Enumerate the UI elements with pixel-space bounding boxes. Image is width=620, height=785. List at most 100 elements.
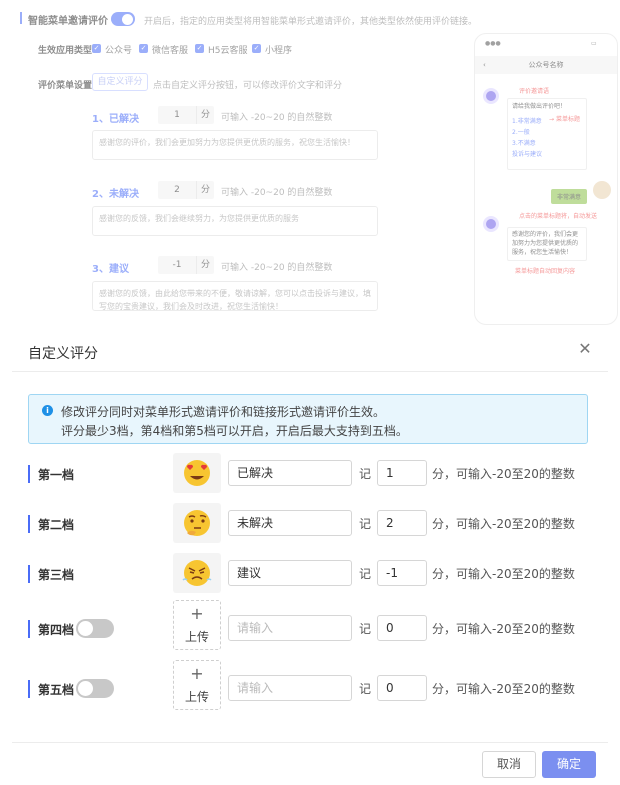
invite-label: 评价邀请语	[519, 88, 550, 95]
option: 3.不满意	[512, 140, 536, 147]
ji-label: 记	[359, 622, 372, 636]
checkbox-h5[interactable]: ✓	[195, 44, 204, 53]
app-type-label: 微信客服	[152, 46, 189, 56]
level-title: 2、未解决	[92, 189, 139, 200]
info-icon: i	[42, 405, 53, 416]
reply-note: 菜单标题自动回复内容	[515, 268, 576, 275]
checkbox-miniprogram[interactable]: ✓	[252, 44, 261, 53]
upload-label: 上传	[184, 630, 209, 644]
signal-icon: ●●●	[485, 40, 501, 47]
tier-score-input[interactable]: -1	[377, 560, 427, 586]
bot-avatar	[483, 216, 499, 232]
app-types-label: 生效应用类型	[38, 46, 93, 56]
level-title: 1、已解决	[92, 114, 139, 125]
phone-preview: ●●● ▭ ‹ 公众号名称 评价邀请语 请给我做出评价吧！ 1.非常满意 2.一…	[474, 33, 618, 325]
section-hint: 开启后，指定的应用类型将用智能菜单形式邀请评价，其他类型依然使用评价链接。	[144, 17, 478, 27]
tier-name: 第二档	[38, 518, 75, 532]
tier-mark	[28, 465, 30, 483]
level-message[interactable]: 感谢您的反馈，我们会继续努力，为您提供更优质的服务	[92, 206, 378, 236]
tier-row: 第四档 + 上传 请输入 记 0 分，可输入-20至20的整数	[0, 600, 620, 658]
tier-mark	[28, 565, 30, 583]
tier-score-input[interactable]: 0	[377, 675, 427, 701]
level-score-value: -1	[172, 260, 182, 270]
emoji-picker[interactable]	[173, 453, 221, 493]
menu-settings-label: 评价菜单设置	[38, 81, 93, 91]
tier-4-toggle[interactable]	[76, 619, 114, 638]
info-notice: i 修改评分同时对菜单形式邀请评价和链接形式邀请评价生效。 评分最少3档，第4档…	[28, 394, 588, 444]
level-score-value: 1	[174, 110, 180, 120]
tier-mark	[28, 620, 30, 638]
confirm-button[interactable]: 确定	[542, 751, 596, 778]
tier-score-input[interactable]: 0	[377, 615, 427, 641]
upload-button[interactable]: + 上传	[173, 600, 221, 650]
level-score-unit: 分	[196, 181, 214, 199]
dialog-title: 自定义评分	[28, 346, 98, 362]
score-hint: 分，可输入-20至20的整数	[432, 467, 575, 481]
thinking-face-icon	[184, 510, 210, 536]
tier-name: 第一档	[38, 468, 75, 482]
close-icon[interactable]: ✕	[578, 341, 592, 357]
level-message[interactable]: 感谢您的反馈，由此给您带来的不便，敬请谅解，您可以点击投诉与建议，填写您的宝贵建…	[92, 281, 378, 311]
tier-score-input[interactable]: 2	[377, 510, 427, 536]
angry-face-icon	[182, 560, 212, 586]
level-hint: 可输入 -20~20 的自然整数	[221, 113, 333, 123]
tier-score-input[interactable]: 1	[377, 460, 427, 486]
emoji-picker[interactable]	[173, 553, 221, 593]
level-score-unit: 分	[196, 106, 214, 124]
cancel-button[interactable]: 取消	[482, 751, 536, 778]
custom-score-button[interactable]: 自定义评分	[92, 73, 148, 91]
custom-score-hint: 点击自定义评分按钮，可以修改评价文字和评分	[153, 81, 343, 91]
section-mark	[20, 12, 22, 24]
tier-label-input[interactable]: 请输入	[228, 675, 352, 701]
upload-button[interactable]: + 上传	[173, 660, 221, 710]
score-hint: 分，可输入-20至20的整数	[432, 567, 575, 581]
tier-name: 第三档	[38, 568, 75, 582]
tier-row: 第五档 + 上传 请输入 记 0 分，可输入-20至20的整数	[0, 660, 620, 718]
level-hint: 可输入 -20~20 的自然整数	[221, 188, 333, 198]
invite-text: 请给我做出评价吧！	[512, 103, 567, 110]
user-avatar	[593, 181, 611, 199]
divider	[12, 742, 608, 743]
emoji-picker[interactable]	[173, 503, 221, 543]
level-score[interactable]: -1 分	[158, 256, 214, 274]
level-score-unit: 分	[196, 256, 214, 274]
smart-menu-toggle[interactable]	[111, 12, 135, 26]
checkbox-wxkf[interactable]: ✓	[139, 44, 148, 53]
level-score[interactable]: 2分	[158, 181, 214, 199]
tier-row: 第三档 建议 记 -1 分，可输入-20至20的整数	[0, 553, 620, 603]
tier-name: 第五档	[38, 683, 75, 697]
level-message[interactable]: 感谢您的评价，我们会更加努力为您提供更优质的服务，祝您生活愉快！	[92, 130, 378, 160]
tier-mark	[28, 680, 30, 698]
app-type-label: 小程序	[265, 46, 293, 56]
auto-send-note: 点击的菜单标题将，自动发送	[519, 213, 598, 220]
tier-name: 第四档	[38, 623, 75, 637]
menu-title-label: → 菜单标题	[549, 116, 580, 123]
plus-icon: +	[190, 604, 204, 623]
notice-line-1: 修改评分同时对菜单形式邀请评价和链接形式邀请评价生效。	[61, 405, 386, 419]
tier-label-input[interactable]: 未解决	[228, 510, 352, 536]
ji-label: 记	[359, 467, 372, 481]
plus-icon: +	[190, 664, 204, 683]
heart-eyes-icon	[184, 460, 210, 486]
option: 2.一般	[512, 129, 530, 136]
tier-label-input[interactable]: 请输入	[228, 615, 352, 641]
reply-bubble: 感谢您的评价，我们会更加努力为您提供更优质的服务，祝您生活愉快！	[507, 227, 587, 261]
level-score-value: 2	[174, 185, 180, 195]
upload-label: 上传	[184, 690, 209, 704]
level-hint: 可输入 -20~20 的自然整数	[221, 263, 333, 273]
section-title: 智能菜单邀请评价	[28, 16, 108, 27]
settings-page-background: 智能菜单邀请评价 开启后，指定的应用类型将用智能菜单形式邀请评价，其他类型依然使…	[0, 0, 620, 330]
phone-header: ‹ 公众号名称	[475, 56, 617, 74]
level-score[interactable]: 1分	[158, 106, 214, 124]
back-icon: ‹	[483, 61, 486, 69]
tier-label-input[interactable]: 已解决	[228, 460, 352, 486]
battery-icon: ▭	[591, 40, 597, 47]
tier-label-input[interactable]: 建议	[228, 560, 352, 586]
ji-label: 记	[359, 517, 372, 531]
ji-label: 记	[359, 567, 372, 581]
tier-5-toggle[interactable]	[76, 679, 114, 698]
bot-avatar	[483, 88, 499, 104]
checkbox-gzh[interactable]: ✓	[92, 44, 101, 53]
menu-title-text: 菜单标题	[555, 116, 580, 123]
phone-header-title: 公众号名称	[528, 61, 564, 69]
